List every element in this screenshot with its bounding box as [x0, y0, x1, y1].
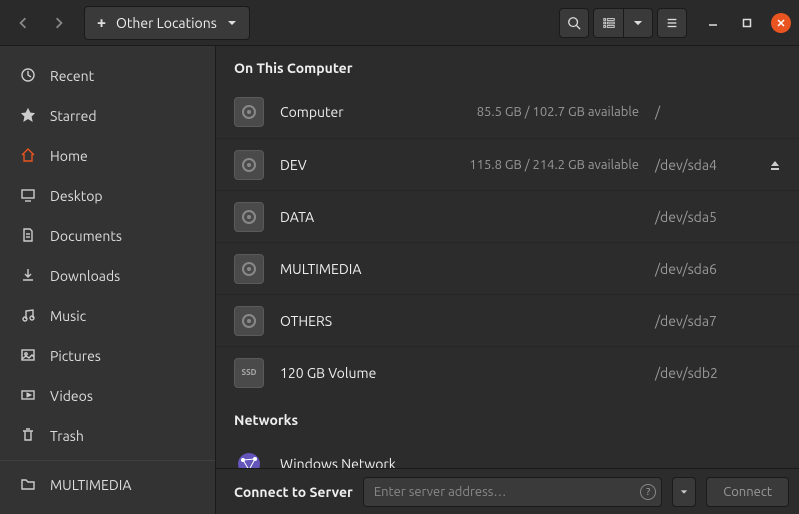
clock-icon	[20, 67, 36, 86]
network-name: Windows Network	[280, 456, 787, 468]
main-content: On This Computer Computer 85.5 GB / 102.7…	[216, 46, 799, 514]
view-dropdown-button[interactable]	[623, 8, 653, 38]
search-button[interactable]	[559, 8, 589, 38]
sidebar-item-label: MULTIMEDIA	[50, 477, 131, 493]
downloads-icon	[20, 267, 36, 286]
sidebar-item-label: Desktop	[50, 188, 103, 204]
path-label: Other Locations	[116, 15, 217, 31]
desktop-icon	[20, 187, 36, 206]
close-button[interactable]	[771, 13, 791, 33]
drive-path: /dev/sdb2	[655, 365, 747, 381]
drive-row[interactable]: DATA/dev/sda5	[216, 190, 799, 242]
sidebar-item-label: Videos	[50, 388, 93, 404]
harddisk-icon	[234, 150, 264, 180]
drive-row[interactable]: MULTIMEDIA/dev/sda6	[216, 242, 799, 294]
sidebar-item-label: Home	[50, 148, 88, 164]
drive-row[interactable]: DEV 115.8 GB / 214.2 GB available/dev/sda…	[216, 138, 799, 190]
drive-path: /dev/sda4	[655, 157, 747, 173]
drive-row[interactable]: SSD 120 GB Volume/dev/sdb2	[216, 346, 799, 398]
section-title-computer: On This Computer	[216, 46, 799, 86]
sidebar-item-label: Starred	[50, 108, 97, 124]
sidebar-bookmark-dev[interactable]: DEV	[0, 505, 215, 514]
drive-path: /dev/sda5	[655, 209, 747, 225]
harddisk-icon	[234, 254, 264, 284]
sidebar: Recent Starred Home Desktop Documents Downloa…	[0, 46, 216, 514]
sidebar-item-recent[interactable]: Recent	[0, 56, 215, 96]
sidebar-item-label: Pictures	[50, 348, 101, 364]
section-title-networks: Networks	[216, 398, 799, 438]
harddisk-icon	[234, 306, 264, 336]
star-icon	[20, 107, 36, 126]
sidebar-item-documents[interactable]: Documents	[0, 216, 215, 256]
harddisk-icon	[234, 202, 264, 232]
sidebar-item-downloads[interactable]: Downloads	[0, 256, 215, 296]
server-history-dropdown[interactable]	[672, 477, 696, 507]
help-icon[interactable]: ?	[640, 484, 656, 500]
connect-label: Connect to Server	[234, 484, 353, 500]
sidebar-item-label: Documents	[50, 228, 122, 244]
connect-to-server-bar: Connect to Server ? Connect	[216, 468, 799, 514]
home-icon	[20, 147, 36, 166]
drive-name: MULTIMEDIA	[280, 261, 430, 277]
connect-button-label: Connect	[723, 485, 772, 499]
sidebar-item-starred[interactable]: Starred	[0, 96, 215, 136]
sidebar-item-label: Recent	[50, 68, 94, 84]
documents-icon	[20, 227, 36, 246]
sidebar-item-home[interactable]: Home	[0, 136, 215, 176]
drive-size: 115.8 GB / 214.2 GB available	[446, 158, 639, 172]
sidebar-item-trash[interactable]: Trash	[0, 416, 215, 456]
network-icon	[234, 449, 264, 468]
harddisk-icon	[234, 97, 264, 127]
drive-name: DEV	[280, 157, 430, 173]
sidebar-item-music[interactable]: Music	[0, 296, 215, 336]
connect-button[interactable]: Connect	[706, 477, 789, 507]
sidebar-item-videos[interactable]: Videos	[0, 376, 215, 416]
server-address-input[interactable]	[363, 477, 662, 507]
plus-icon: +	[97, 14, 106, 32]
drive-path: /dev/sda6	[655, 261, 747, 277]
videos-icon	[20, 387, 36, 406]
minimize-button[interactable]	[703, 13, 723, 33]
music-icon	[20, 307, 36, 326]
view-list-button[interactable]	[593, 8, 623, 38]
sidebar-item-label: Downloads	[50, 268, 120, 284]
sidebar-separator	[0, 460, 215, 461]
header-bar: + Other Locations	[0, 0, 799, 46]
drive-path: /dev/sda7	[655, 313, 747, 329]
trash-icon	[20, 427, 36, 446]
sidebar-item-label: Trash	[50, 428, 84, 444]
nav-back-button[interactable]	[8, 8, 38, 38]
drive-name: OTHERS	[280, 313, 430, 329]
drive-size: 85.5 GB / 102.7 GB available	[446, 105, 639, 119]
network-row[interactable]: Windows Network	[216, 438, 799, 468]
maximize-button[interactable]	[737, 13, 757, 33]
drive-row[interactable]: Computer 85.5 GB / 102.7 GB available /	[216, 86, 799, 138]
eject-button[interactable]	[763, 153, 787, 177]
nav-forward-button[interactable]	[44, 8, 74, 38]
path-bar[interactable]: + Other Locations	[84, 6, 250, 40]
folder-icon	[20, 476, 36, 495]
drive-name: Computer	[280, 104, 430, 120]
sidebar-item-desktop[interactable]: Desktop	[0, 176, 215, 216]
drive-name: DATA	[280, 209, 430, 225]
drive-path: /	[655, 104, 747, 120]
hamburger-menu-button[interactable]	[657, 8, 687, 38]
drive-name: 120 GB Volume	[280, 365, 430, 381]
chevron-down-icon	[227, 14, 237, 32]
pictures-icon	[20, 347, 36, 366]
sidebar-bookmark-multimedia[interactable]: MULTIMEDIA	[0, 465, 215, 505]
ssd-icon: SSD	[234, 358, 264, 388]
sidebar-item-label: Music	[50, 308, 86, 324]
sidebar-item-pictures[interactable]: Pictures	[0, 336, 215, 376]
drive-row[interactable]: OTHERS/dev/sda7	[216, 294, 799, 346]
